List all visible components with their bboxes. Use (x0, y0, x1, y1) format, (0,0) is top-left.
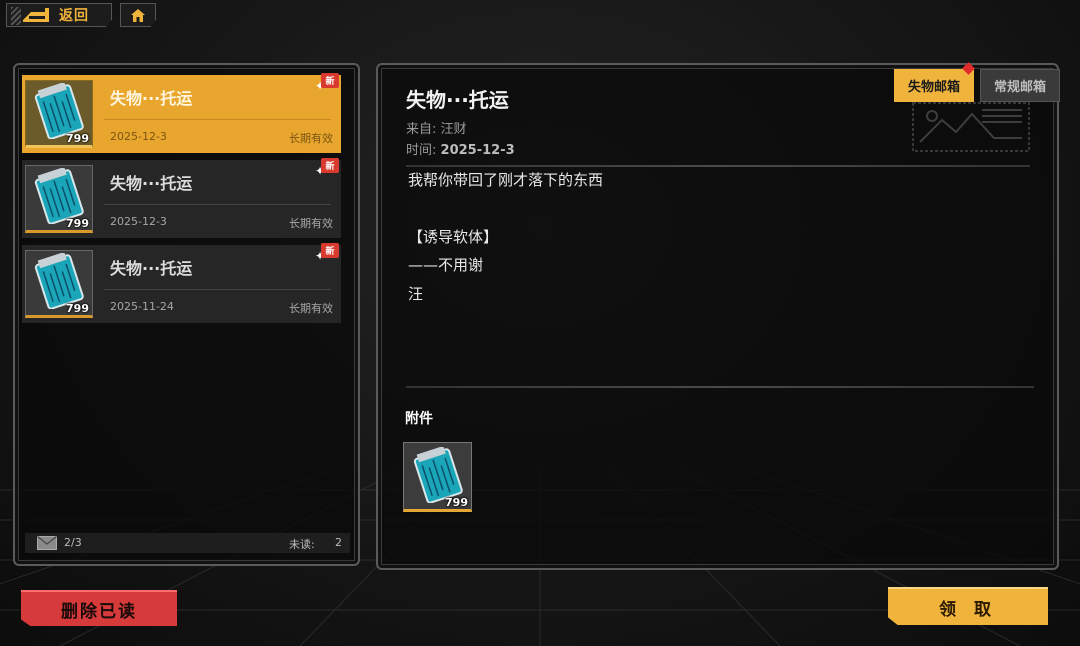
envelope-icon (37, 536, 57, 550)
mail-item-divider (104, 289, 331, 290)
detail-sender: 来自: 汪财 (406, 122, 467, 137)
claim-button[interactable]: 领 取 (888, 587, 1048, 625)
home-icon (131, 8, 145, 22)
tab-regular-mailbox[interactable]: 常规邮箱 (980, 69, 1060, 102)
body-line: 我帮你带回了刚才落下的东西 (408, 171, 604, 189)
mail-item-thumbnail: 799 (25, 80, 93, 148)
mail-item-qty: 799 (66, 302, 89, 315)
mail-list-item[interactable]: 799 失物···托运 ✦ 新 2025-12-3 长期有效 (22, 158, 341, 238)
new-badge: 新 (321, 243, 339, 258)
mail-item-title: 失物···托运 (110, 174, 193, 193)
divider (406, 386, 1034, 388)
mail-list-item[interactable]: 799 失物···托运 ✦ 新 2025-11-24 长期有效 (22, 243, 341, 323)
tab-lost-mailbox[interactable]: 失物邮箱 (894, 69, 974, 102)
postmark-stamp-icon (912, 102, 1030, 152)
mail-list-footer: 2/3 未读: 2 (25, 533, 350, 553)
mail-item-date: 2025-11-24 (110, 300, 174, 313)
mail-item-qty: 799 (66, 217, 89, 230)
game-screen: 返回 799 失物···托运 ✦ 新 2025-12-3 长期有效 799 失物… (0, 0, 1080, 646)
circuit-card-icon (34, 253, 84, 309)
detail-time-value: 2025-12-3 (440, 143, 515, 158)
unread-label: 未读: (289, 538, 315, 551)
circuit-card-icon (413, 447, 463, 503)
mail-item-title: 失物···托运 (110, 259, 193, 278)
body-line: 汪 (408, 285, 424, 303)
back-arrow-icon (23, 8, 49, 22)
circuit-card-icon (34, 168, 84, 224)
mail-item-validity: 长期有效 (289, 302, 333, 315)
mail-item-thumbnail: 799 (25, 250, 93, 318)
back-label: 返回 (59, 8, 89, 24)
detail-time: 时间: 2025-12-3 (406, 139, 515, 158)
back-button-stripe (11, 7, 21, 25)
attachment-item[interactable]: 799 (403, 442, 472, 512)
detail-title: 失物···托运 (406, 88, 509, 112)
body-line: 【诱导软体】 (408, 228, 499, 246)
new-badge: 新 (321, 73, 339, 88)
new-badge: 新 (321, 158, 339, 173)
home-button[interactable] (120, 3, 156, 27)
mail-list-item[interactable]: 799 失物···托运 ✦ 新 2025-12-3 长期有效 (22, 73, 341, 153)
mail-item-date: 2025-12-3 (110, 215, 167, 228)
mail-item-title: 失物···托运 (110, 89, 193, 108)
mail-item-divider (104, 119, 331, 120)
body-line: ——不用谢 (408, 256, 484, 274)
attachment-qty: 799 (445, 496, 468, 509)
mail-item-validity: 长期有效 (289, 132, 333, 145)
mail-item-validity: 长期有效 (289, 217, 333, 230)
mail-item-date: 2025-12-3 (110, 130, 167, 143)
delete-read-button[interactable]: 删除已读 (21, 590, 177, 626)
attachments-title: 附件 (405, 411, 433, 427)
divider (406, 165, 1030, 167)
mail-item-divider (104, 204, 331, 205)
mail-count: 2/3 (64, 536, 82, 549)
unread-count: 2 (335, 536, 342, 549)
back-button[interactable]: 返回 (6, 3, 112, 27)
circuit-card-icon (34, 83, 84, 139)
mail-item-thumbnail: 799 (25, 165, 93, 233)
mail-item-qty: 799 (66, 132, 89, 145)
detail-time-label: 时间: (406, 143, 437, 158)
